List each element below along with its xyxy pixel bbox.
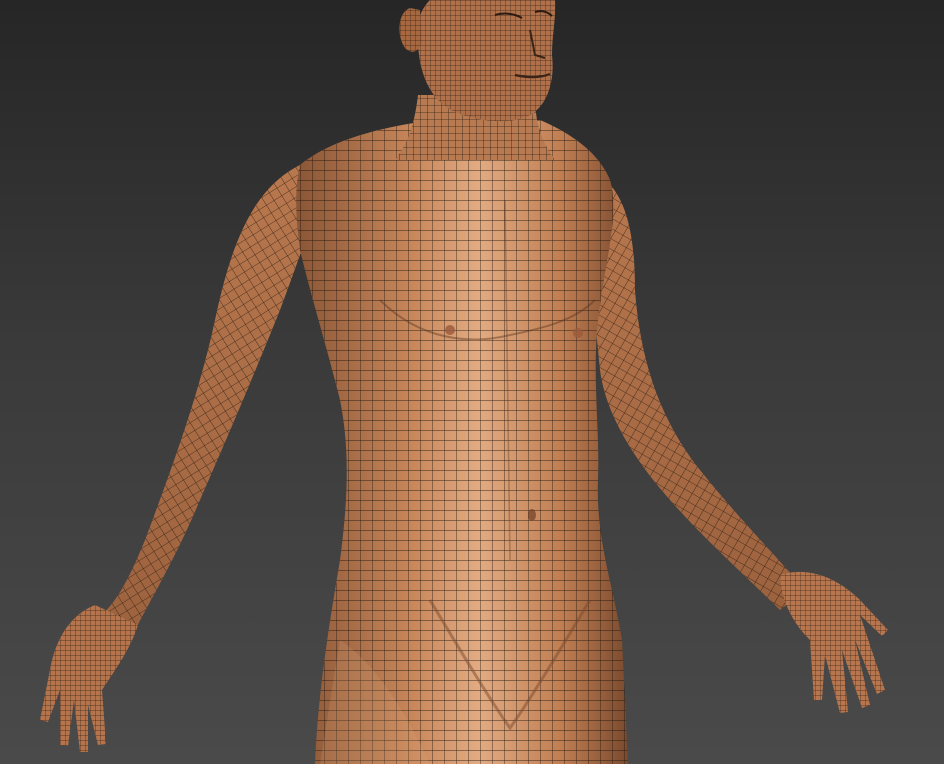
3d-viewport[interactable] [0, 0, 944, 764]
right-arm [585, 170, 805, 610]
torso [296, 120, 628, 764]
right-hand [780, 571, 888, 713]
model-render [40, 0, 888, 764]
left-hand [40, 605, 138, 752]
left-arm [95, 165, 315, 640]
